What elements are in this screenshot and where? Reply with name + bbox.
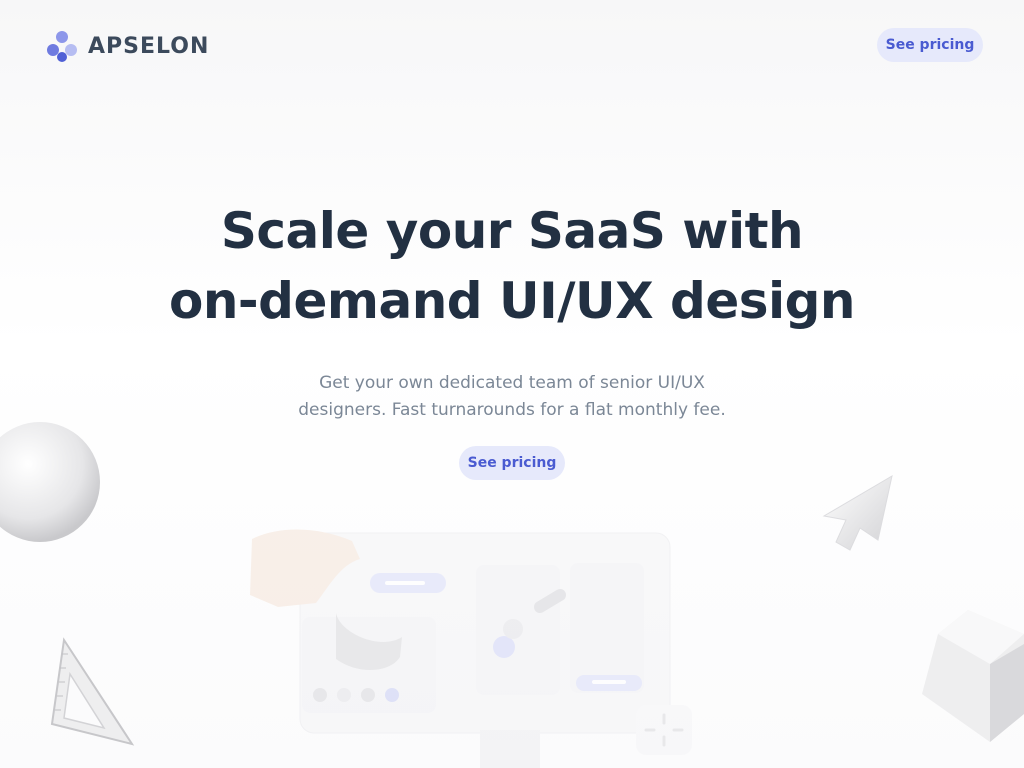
hero-subtitle-line-1: Get your own dedicated team of senior UI… [319, 373, 705, 393]
cube-icon [922, 610, 1024, 742]
hero-see-pricing-button[interactable]: See pricing [459, 446, 565, 480]
triangle-ruler-icon [50, 637, 135, 746]
header-see-pricing-button[interactable]: See pricing [877, 28, 983, 62]
brand-logo[interactable]: APSELON [44, 28, 209, 64]
hero-subtitle-line-2: designers. Fast turnarounds for a flat m… [298, 400, 726, 420]
cursor-arrow-icon [822, 474, 893, 551]
hero-title: Scale your SaaS with on-demand UI/UX des… [0, 196, 1024, 336]
hero-subtitle: Get your own dedicated team of senior UI… [292, 370, 732, 424]
site-header: APSELON See pricing [0, 0, 1024, 90]
hero-title-line-1: Scale your SaaS with [220, 202, 804, 260]
logo-mark-icon [47, 31, 77, 62]
hero-title-line-2: on-demand UI/UX design [168, 272, 856, 330]
brand-name: APSELON [88, 33, 210, 59]
hero-section: Scale your SaaS with on-demand UI/UX des… [0, 196, 1024, 480]
sphere-icon [0, 422, 100, 542]
design-tablet-illustration [250, 529, 692, 768]
